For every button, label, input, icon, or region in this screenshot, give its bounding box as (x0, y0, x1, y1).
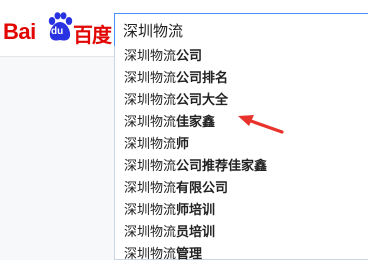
red-arrow-icon (238, 115, 284, 134)
suggestion-completion: 师 (176, 137, 190, 152)
suggestion-item[interactable]: 深圳物流师 (115, 134, 368, 156)
suggestion-completion: 公司推荐佳家鑫 (176, 159, 268, 174)
baidu-logo[interactable]: Bai du 百度 (3, 8, 113, 48)
suggestion-item[interactable]: 深圳物流师培训 (115, 200, 368, 222)
suggestion-completion: 公司排名 (176, 71, 229, 86)
search-box[interactable] (114, 13, 368, 47)
logo-paw-text: du (51, 26, 64, 37)
suggestion-dropdown: 深圳物流公司 深圳物流公司排名 深圳物流公司大全 深圳物流佳家鑫 深圳物流师 深… (114, 46, 368, 262)
suggestion-completion: 公司大全 (176, 93, 229, 108)
suggestion-item[interactable]: 深圳物流公司大全 (115, 90, 368, 112)
suggestion-prefix: 深圳物流 (124, 115, 177, 130)
suggestion-prefix: 深圳物流 (124, 71, 177, 86)
suggestion-prefix: 深圳物流 (124, 93, 177, 108)
suggestion-completion: 员培训 (176, 225, 216, 240)
search-input[interactable] (123, 18, 363, 42)
suggestion-item[interactable]: 深圳物流公司推荐佳家鑫 (115, 156, 368, 178)
logo-text-latin: Bai (3, 19, 36, 44)
suggestion-item[interactable]: 深圳物流有限公司 (115, 178, 368, 200)
suggestion-prefix: 深圳物流 (124, 49, 177, 64)
suggestion-completion: 佳家鑫 (176, 115, 216, 130)
suggestion-completion: 公司 (176, 49, 203, 64)
suggestion-prefix: 深圳物流 (124, 137, 177, 152)
suggestion-item[interactable]: 深圳物流管理 (115, 244, 368, 266)
suggestion-prefix: 深圳物流 (124, 203, 177, 218)
suggestion-item[interactable]: 深圳物流员培训 (115, 222, 368, 244)
suggestion-prefix: 深圳物流 (124, 225, 177, 240)
suggestion-completion: 有限公司 (176, 181, 229, 196)
suggestion-completion: 师培训 (176, 203, 216, 218)
logo-text-chinese: 百度 (73, 23, 112, 47)
suggestion-item[interactable]: 深圳物流公司排名 (115, 68, 368, 90)
suggestion-prefix: 深圳物流 (124, 159, 177, 174)
suggestion-list: 深圳物流公司 深圳物流公司排名 深圳物流公司大全 深圳物流佳家鑫 深圳物流师 深… (115, 46, 368, 266)
suggestion-prefix: 深圳物流 (124, 181, 177, 196)
suggestion-item[interactable]: 深圳物流公司 (115, 46, 368, 68)
